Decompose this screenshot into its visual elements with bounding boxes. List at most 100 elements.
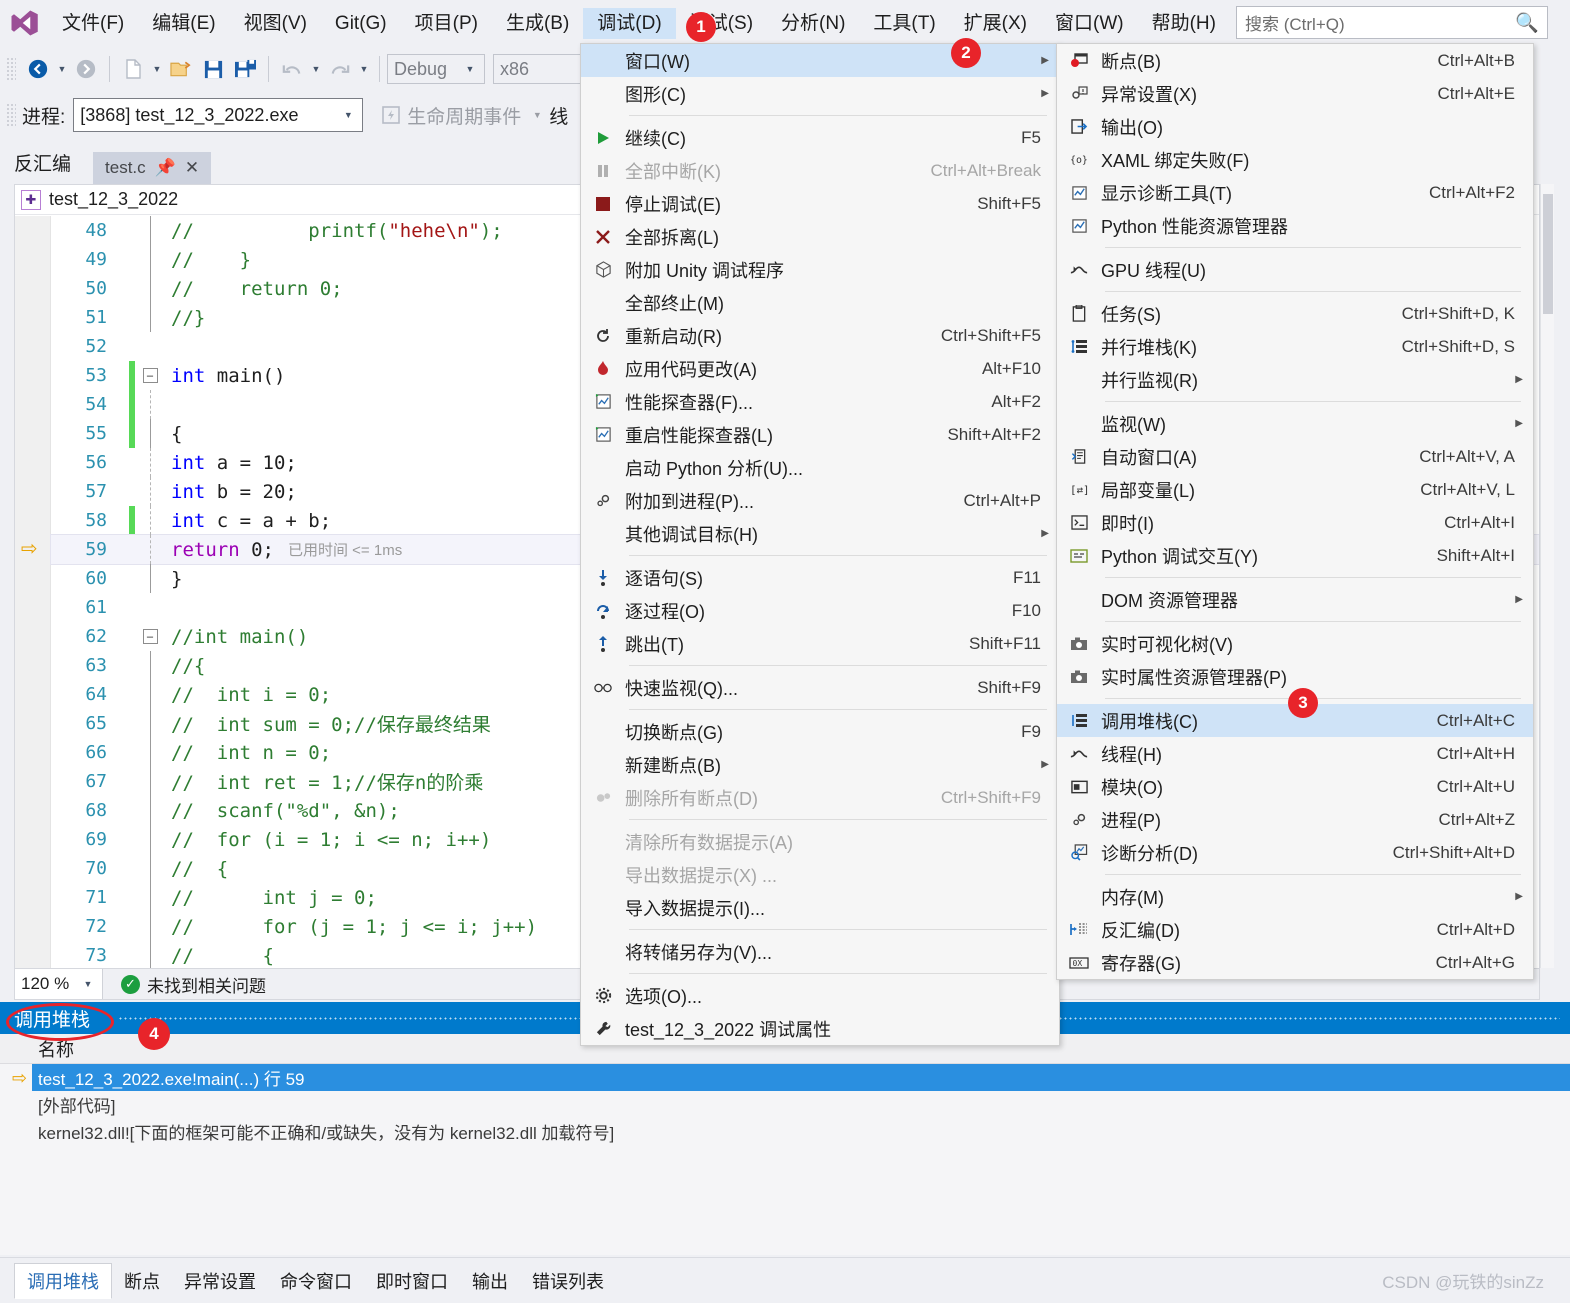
menu-item-GPU线程U[interactable]: GPU 线程(U) xyxy=(1057,253,1533,286)
menu-item-图形C[interactable]: 图形(C) ▶ xyxy=(581,77,1059,110)
menu-item-新建断点B[interactable]: 新建断点(B) ▶ xyxy=(581,748,1059,781)
fold-column[interactable]: − xyxy=(135,629,165,644)
fold-column[interactable] xyxy=(135,796,165,825)
bottom-tab-异常设置[interactable]: 异常设置 xyxy=(172,1263,268,1299)
bottom-tab-断点[interactable]: 断点 xyxy=(112,1263,172,1299)
bottom-tab-命令窗口[interactable]: 命令窗口 xyxy=(268,1263,364,1299)
menu-item-DOM资源管理器[interactable]: DOM 资源管理器 ▶ xyxy=(1057,583,1533,616)
menu-item-线程H[interactable]: 线程(H) Ctrl+Alt+H xyxy=(1057,737,1533,770)
fold-column[interactable] xyxy=(135,390,165,419)
menu-item-异常设置X[interactable]: 异常设置(X) Ctrl+Alt+E xyxy=(1057,77,1533,110)
menu-item-快速监视Q[interactable]: 快速监视(Q)... Shift+F9 xyxy=(581,671,1059,704)
menu-item-test_12_3_2022调试属性[interactable]: test_12_3_2022 调试属性 xyxy=(581,1012,1059,1045)
fold-column[interactable] xyxy=(135,564,165,593)
menu-编辑E[interactable]: 编辑(E) xyxy=(138,8,229,39)
fold-column[interactable] xyxy=(135,680,165,709)
menu-分析N[interactable]: 分析(N) xyxy=(767,8,859,39)
menu-item-全部拆离L[interactable]: 全部拆离(L) xyxy=(581,220,1059,253)
menu-item-进程P[interactable]: 进程(P) Ctrl+Alt+Z xyxy=(1057,803,1533,836)
tab-test-c[interactable]: test.c 📌 ✕ xyxy=(93,152,212,184)
debug-toolbar-grip[interactable] xyxy=(6,103,16,127)
menu-item-XAML绑定失败F[interactable]: {o} XAML 绑定失败(F) xyxy=(1057,143,1533,176)
menu-文件F[interactable]: 文件(F) xyxy=(48,8,138,39)
fold-column[interactable] xyxy=(135,941,165,968)
menu-item-模块O[interactable]: 模块(O) Ctrl+Alt+U xyxy=(1057,770,1533,803)
fold-column[interactable] xyxy=(135,825,165,854)
fold-column[interactable] xyxy=(135,883,165,912)
debug-window-submenu[interactable]: 断点(B) Ctrl+Alt+B 异常设置(X) Ctrl+Alt+E 输出(O) {o}… xyxy=(1056,43,1534,980)
menu-工具T[interactable]: 工具(T) xyxy=(859,8,949,39)
menu-item-实时可视化树V[interactable]: 实时可视化树(V) xyxy=(1057,627,1533,660)
fold-collapse-icon[interactable]: − xyxy=(142,629,158,644)
solution-platform-select[interactable]: x86 xyxy=(493,54,585,84)
fold-column[interactable] xyxy=(135,245,165,274)
menu-item-显示诊断工具T[interactable]: 显示诊断工具(T) Ctrl+Alt+F2 xyxy=(1057,176,1533,209)
fold-column[interactable] xyxy=(135,506,165,535)
fold-column[interactable] xyxy=(135,535,165,564)
menu-item-反汇编D[interactable]: 反汇编(D) Ctrl+Alt+D xyxy=(1057,913,1533,946)
menu-item-将转储另存为V[interactable]: 将转储另存为(V)... xyxy=(581,935,1059,968)
menu-item-逐语句S[interactable]: 逐语句(S) F11 xyxy=(581,561,1059,594)
bottom-tab-输出[interactable]: 输出 xyxy=(460,1263,520,1299)
fold-column[interactable] xyxy=(135,854,165,883)
menu-item-实时属性资源管理器P[interactable]: 实时属性资源管理器(P) xyxy=(1057,660,1533,693)
menu-item-内存M[interactable]: 内存(M) ▶ xyxy=(1057,880,1533,913)
fold-column[interactable] xyxy=(135,303,165,332)
search-input[interactable]: 搜索 (Ctrl+Q) 🔍 xyxy=(1236,6,1548,39)
back-dropdown-icon[interactable]: ▼ xyxy=(54,64,70,74)
menu-item-启动Python分析U[interactable]: 启动 Python 分析(U)... xyxy=(581,451,1059,484)
menu-item-寄存器G[interactable]: 0X 寄存器(G) Ctrl+Alt+G xyxy=(1057,946,1533,979)
fold-column[interactable] xyxy=(135,738,165,767)
menu-item-局部变量L[interactable]: [⇄] 局部变量(L) Ctrl+Alt+V, L xyxy=(1057,473,1533,506)
navigate-back-icon[interactable] xyxy=(22,54,54,84)
menu-item-其他调试目标H[interactable]: 其他调试目标(H) ▶ xyxy=(581,517,1059,550)
menu-item-Python调试交互Y[interactable]: Python 调试交互(Y) Shift+Alt+I xyxy=(1057,539,1533,572)
menu-item-重新启动R[interactable]: 重新启动(R) Ctrl+Shift+F5 xyxy=(581,319,1059,352)
menu-item-并行堆栈K[interactable]: 并行堆栈(K) Ctrl+Shift+D, S xyxy=(1057,330,1533,363)
menu-item-断点B[interactable]: 断点(B) Ctrl+Alt+B xyxy=(1057,44,1533,77)
menu-GitG[interactable]: Git(G) xyxy=(321,8,401,39)
fold-column[interactable] xyxy=(135,477,165,506)
menu-item-诊断分析D[interactable]: 诊断分析(D) Ctrl+Shift+Alt+D xyxy=(1057,836,1533,869)
pin-icon[interactable]: 📌 xyxy=(155,158,176,178)
bottom-tab-错误列表[interactable]: 错误列表 xyxy=(520,1263,616,1299)
menu-调试D[interactable]: 调试(D) xyxy=(583,7,676,39)
fold-column[interactable] xyxy=(135,274,165,303)
fold-column[interactable] xyxy=(135,448,165,477)
menu-item-输出O[interactable]: 输出(O) xyxy=(1057,110,1533,143)
fold-collapse-icon[interactable]: − xyxy=(142,368,158,383)
menu-视图V[interactable]: 视图(V) xyxy=(230,8,321,39)
indicator-margin[interactable]: ⇨ xyxy=(15,216,51,968)
menu-生成B[interactable]: 生成(B) xyxy=(492,8,583,39)
fold-column[interactable] xyxy=(135,912,165,941)
menu-帮助H[interactable]: 帮助(H) xyxy=(1138,8,1230,39)
fold-column[interactable] xyxy=(135,419,165,448)
fold-column[interactable] xyxy=(135,216,165,245)
menu-item-全部终止M[interactable]: 全部终止(M) xyxy=(581,286,1059,319)
call-stack-row[interactable]: kernel32.dll![下面的框架可能不正确和/或缺失，没有为 kernel… xyxy=(0,1118,1570,1145)
close-icon[interactable]: ✕ xyxy=(185,158,199,178)
new-dropdown-icon[interactable]: ▼ xyxy=(149,64,165,74)
zoom-select[interactable]: 120 % ▼ xyxy=(15,969,103,999)
menu-窗口W[interactable]: 窗口(W) xyxy=(1041,8,1138,39)
menu-item-应用代码更改A[interactable]: 应用代码更改(A) Alt+F10 xyxy=(581,352,1059,385)
menu-item-停止调试E[interactable]: 停止调试(E) Shift+F5 xyxy=(581,187,1059,220)
bottom-tab-调用堆栈[interactable]: 调用堆栈 xyxy=(14,1262,112,1299)
menu-item-附加到进程P[interactable]: 附加到进程(P)... Ctrl+Alt+P xyxy=(581,484,1059,517)
menu-item-监视W[interactable]: 监视(W) ▶ xyxy=(1057,407,1533,440)
menu-item-附加Unity调试程序[interactable]: 附加 Unity 调试程序 xyxy=(581,253,1059,286)
solution-configuration-select[interactable]: Debug ▼ xyxy=(387,54,485,84)
menu-item-切换断点G[interactable]: 切换断点(G) F9 xyxy=(581,715,1059,748)
menu-item-导入数据提示I[interactable]: 导入数据提示(I)... xyxy=(581,891,1059,924)
scrollbar-thumb[interactable] xyxy=(1543,194,1553,314)
menu-item-任务S[interactable]: 任务(S) Ctrl+Shift+D, K xyxy=(1057,297,1533,330)
debug-menu[interactable]: 窗口(W) ▶ 图形(C) ▶ 继续(C) F5 全部中断(K) Ctrl+Alt+Break… xyxy=(580,43,1060,1046)
menu-item-选项O[interactable]: 选项(O)... xyxy=(581,979,1059,1012)
toolbar-grip[interactable] xyxy=(6,57,16,81)
save-all-icon[interactable] xyxy=(229,54,261,84)
menu-扩展X[interactable]: 扩展(X) xyxy=(950,8,1041,39)
menu-item-窗口W[interactable]: 窗口(W) ▶ xyxy=(581,44,1059,77)
fold-column[interactable]: − xyxy=(135,368,165,383)
call-stack-row[interactable]: ⇨ test_12_3_2022.exe!main(...) 行 59 xyxy=(0,1064,1570,1091)
menu-项目P[interactable]: 项目(P) xyxy=(401,8,492,39)
